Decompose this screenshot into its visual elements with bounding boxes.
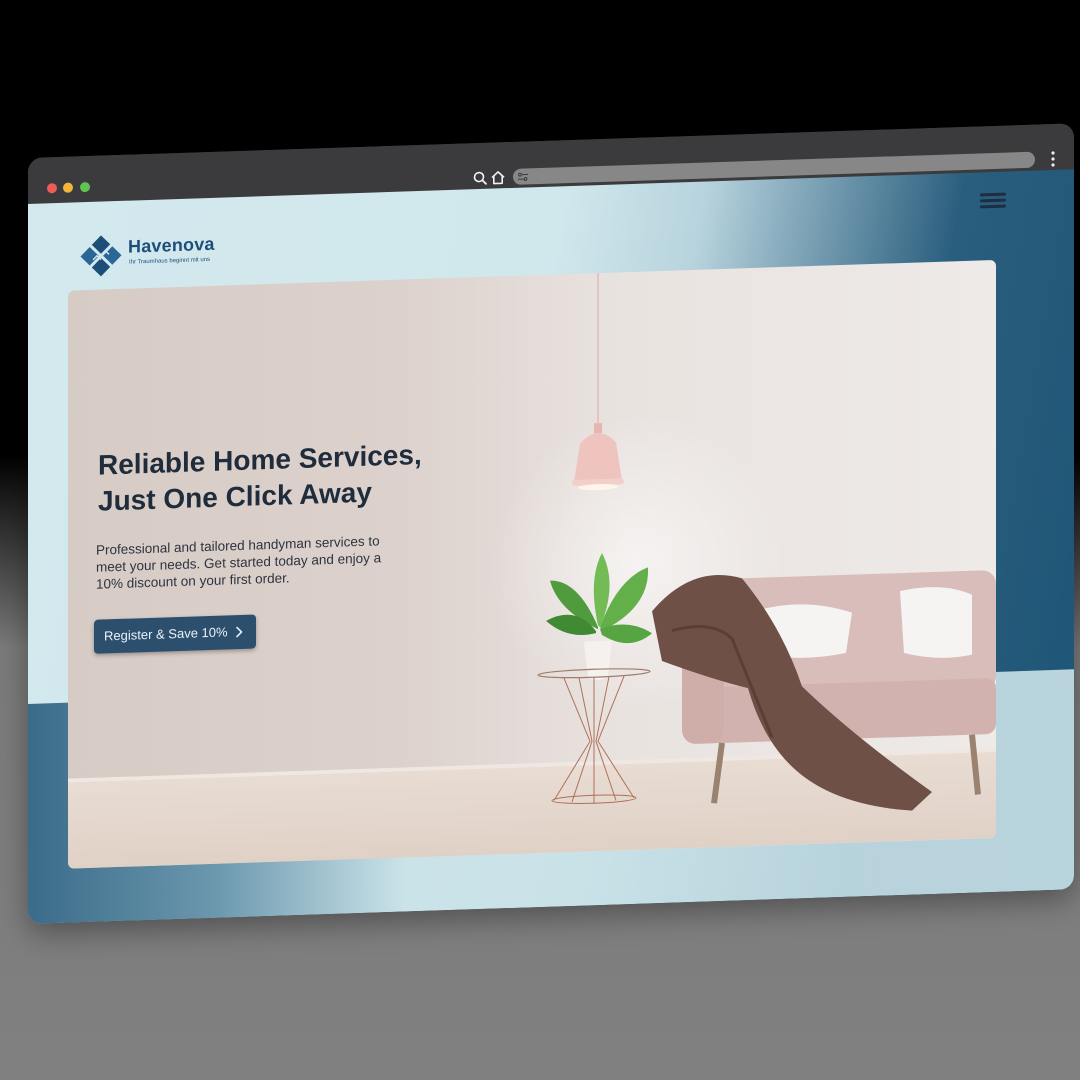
- pendant-lamp-image: [572, 273, 624, 491]
- brand-tagline: Ihr Traumhaus beginnt mit uns: [129, 256, 211, 266]
- hero-banner: Reliable Home Services, Just One Click A…: [68, 259, 996, 869]
- close-window-button[interactable]: [47, 183, 57, 194]
- device-mockup: Havenova Ihr Traumhaus beginnt mit uns R…: [0, 0, 1080, 1080]
- site-logo[interactable]: Havenova Ihr Traumhaus beginnt mit uns: [78, 229, 228, 280]
- brand-name: Havenova: [128, 233, 215, 257]
- register-save-button-label: Register & Save 10%: [104, 624, 228, 644]
- side-table-image: [537, 668, 651, 804]
- site-settings-icon[interactable]: [517, 170, 529, 182]
- hamburger-icon[interactable]: [980, 190, 1006, 211]
- hero-title: Reliable Home Services, Just One Click A…: [98, 435, 478, 520]
- search-icon[interactable]: [472, 170, 488, 187]
- page-viewport: Havenova Ihr Traumhaus beginnt mit uns R…: [28, 169, 1074, 925]
- house-logo-icon: [80, 235, 122, 277]
- register-save-button[interactable]: Register & Save 10%: [94, 614, 256, 654]
- chevron-right-icon: [236, 626, 243, 638]
- sofa-image: [652, 570, 996, 811]
- maximize-window-button[interactable]: [80, 181, 90, 193]
- minimize-window-button[interactable]: [63, 182, 73, 193]
- browser-window: Havenova Ihr Traumhaus beginnt mit uns R…: [28, 123, 1074, 925]
- hero-description: Professional and tailored handyman servi…: [96, 533, 382, 592]
- more-vertical-icon[interactable]: [1048, 150, 1058, 168]
- home-icon[interactable]: [490, 169, 506, 186]
